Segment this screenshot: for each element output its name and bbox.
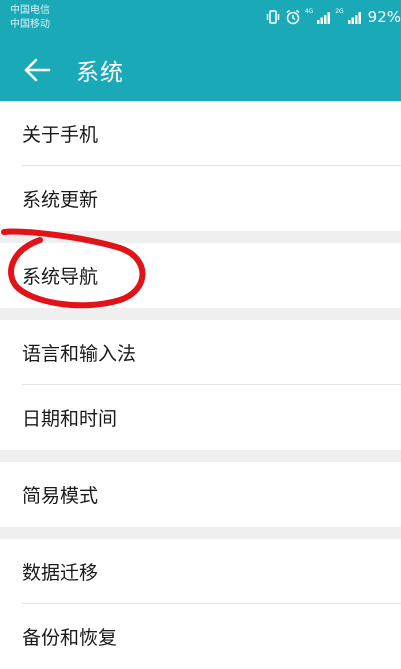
item-system-navigation[interactable]: 系统导航 xyxy=(0,243,401,308)
item-about-phone[interactable]: 关于手机 xyxy=(0,101,401,166)
carrier-2: 中国移动 xyxy=(10,19,50,30)
item-simple-mode[interactable]: 简易模式 xyxy=(0,462,401,527)
carrier-info: 中国电信 中国移动 xyxy=(10,4,50,32)
back-arrow-icon xyxy=(24,58,51,82)
network-type-2: 2G xyxy=(335,7,344,15)
vibrate-icon xyxy=(266,10,279,24)
signal-icon-2 xyxy=(347,11,361,24)
item-backup-restore[interactable]: 备份和恢复 xyxy=(0,604,401,669)
carrier-1: 中国电信 xyxy=(10,5,50,16)
status-icons: 4G 2G 92% xyxy=(265,7,401,27)
back-button[interactable] xyxy=(20,53,54,87)
group-navigation: 系统导航 xyxy=(0,243,401,308)
item-date-time[interactable]: 日期和时间 xyxy=(0,385,401,450)
group-simple-mode: 简易模式 xyxy=(0,462,401,527)
network-type-1: 4G xyxy=(304,7,314,15)
toolbar: 系统 xyxy=(0,44,401,96)
item-data-migration[interactable]: 数据迁移 xyxy=(0,539,401,604)
page-title: 系统 xyxy=(76,60,124,86)
app-header: 中国电信 中国移动 4G 2G 92% 系统 xyxy=(0,0,401,101)
group-divider xyxy=(0,450,401,462)
group-about: 关于手机 系统更新 xyxy=(0,101,401,231)
group-divider xyxy=(0,308,401,320)
status-bar: 中国电信 中国移动 4G 2G 92% xyxy=(0,0,401,36)
item-language-input[interactable]: 语言和输入法 xyxy=(0,320,401,385)
settings-list: 关于手机 系统更新 系统导航 语言和输入法 日期和时间 简易模式 数据迁移 备份… xyxy=(0,101,401,669)
signal-icon xyxy=(317,11,331,24)
group-divider xyxy=(0,231,401,243)
item-system-update[interactable]: 系统更新 xyxy=(0,166,401,231)
alarm-icon xyxy=(286,9,300,25)
group-divider xyxy=(0,527,401,539)
group-language: 语言和输入法 日期和时间 xyxy=(0,320,401,450)
group-data: 数据迁移 备份和恢复 xyxy=(0,539,401,669)
battery-level: 92% xyxy=(367,8,401,26)
